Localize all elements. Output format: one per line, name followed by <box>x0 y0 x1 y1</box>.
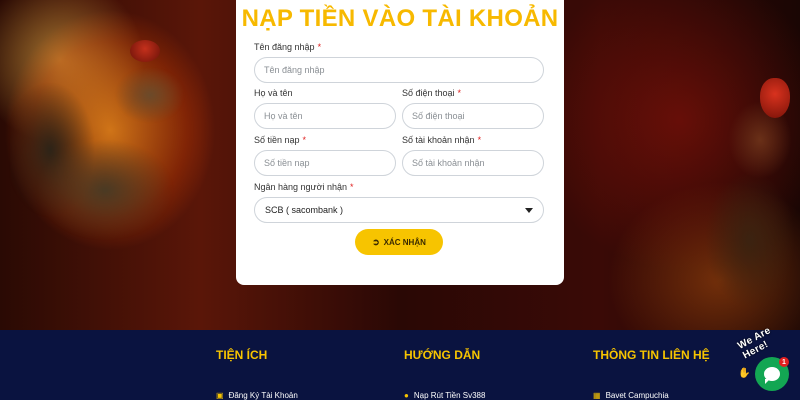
footer-link-deposit-guide[interactable]: ● Nạp Rút Tiền Sv388 <box>404 391 485 400</box>
receiver-bank-select[interactable]: SCB ( sacombank ) <box>254 197 544 223</box>
form-title: NẠP TIỀN VÀO TÀI KHOẢN <box>241 5 559 32</box>
footer-link-register[interactable]: ▣ Đăng Ký Tài Khoản <box>216 391 298 400</box>
deposit-form-card: NẠP TIỀN VÀO TÀI KHOẢN Tên đăng nhập* Họ… <box>236 0 564 285</box>
phone-label-text: Số điện thoại <box>402 88 455 98</box>
receiver-bank-value: SCB ( sacombank ) <box>265 205 344 215</box>
site-footer: TIỆN ÍCH HƯỚNG DẪN THÔNG TIN LIÊN HỆ ▣ Đ… <box>0 330 800 400</box>
footer-contact-address: ▦ Bavet Campuchia <box>593 391 669 400</box>
receiver-account-label-text: Số tài khoản nhận <box>402 135 475 145</box>
required-mark: * <box>477 135 482 145</box>
rooster-comb-right <box>760 78 790 118</box>
footer-link-register-text: Đăng Ký Tài Khoản <box>228 391 298 400</box>
footer-link-deposit-guide-text: Nạp Rút Tiền Sv388 <box>413 391 486 400</box>
map-icon: ▦ <box>593 391 601 400</box>
square-icon: ▣ <box>216 391 224 400</box>
username-label-text: Tên đăng nhập <box>254 42 315 52</box>
footer-contact-address-text: Bavet Campuchia <box>605 391 669 400</box>
receiver-account-label: Số tài khoản nhận * <box>402 135 481 145</box>
fullname-label-text: Họ và tên <box>254 88 293 98</box>
required-mark: * <box>317 42 322 52</box>
submit-label: XÁC NHẬN <box>383 237 426 247</box>
fullname-label: Họ và tên <box>254 88 293 98</box>
amount-label: Số tiền nạp * <box>254 135 306 145</box>
required-mark: * <box>457 88 462 98</box>
chevron-down-icon <box>525 208 533 213</box>
phone-input[interactable] <box>402 103 544 129</box>
username-input[interactable] <box>254 57 544 83</box>
footer-heading-guide: HƯỚNG DẪN <box>404 348 481 362</box>
coins-icon: ● <box>404 391 409 400</box>
fullname-input[interactable] <box>254 103 396 129</box>
sign-in-icon: ➲ <box>372 236 380 247</box>
required-mark: * <box>302 135 307 145</box>
username-label: Tên đăng nhập * <box>254 42 321 52</box>
receiver-bank-label: Ngân hàng người nhận * <box>254 182 354 192</box>
submit-button[interactable]: ➲ XÁC NHẬN <box>355 229 443 255</box>
amount-input[interactable] <box>254 150 396 176</box>
footer-heading-utilities: TIỆN ÍCH <box>216 348 268 362</box>
waving-hand-icon: ✋ <box>738 368 751 379</box>
receiver-bank-label-text: Ngân hàng người nhận <box>254 182 347 192</box>
rooster-image-left <box>10 40 220 290</box>
phone-label: Số điện thoại * <box>402 88 461 98</box>
rooster-head-left <box>130 40 160 62</box>
footer-heading-contact: THÔNG TIN LIÊN HỆ <box>593 348 710 362</box>
required-mark: * <box>350 182 354 192</box>
chat-icon <box>764 367 780 384</box>
receiver-account-input[interactable] <box>402 150 544 176</box>
amount-label-text: Số tiền nạp <box>254 135 300 145</box>
chat-unread-badge: 1 <box>779 357 789 367</box>
